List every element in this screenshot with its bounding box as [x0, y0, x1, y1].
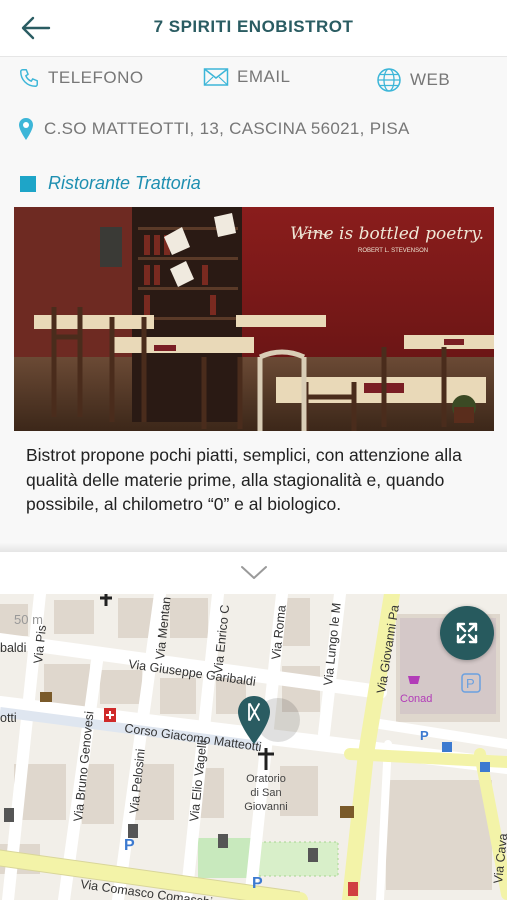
svg-text:P: P — [420, 728, 429, 743]
phone-icon — [20, 69, 38, 87]
globe-icon — [377, 68, 401, 92]
map-view[interactable]: baldi Via Giuseppe Garibaldi otti Corso … — [0, 594, 507, 900]
location-pin-icon — [19, 118, 33, 140]
address-text: C.SO MATTEOTTI, 13, CASCINA 56021, PISA — [44, 119, 410, 138]
email-icon — [203, 68, 229, 86]
restaurant-photo[interactable]: Wine is bottled poetry. ROBERT L. STEVEN… — [14, 207, 494, 431]
web-button[interactable]: WEB — [376, 67, 450, 93]
expand-bar[interactable] — [0, 552, 507, 594]
chevron-down-icon[interactable] — [239, 562, 269, 582]
category-label: Ristorante Trattoria — [48, 173, 201, 193]
photo-overlay-author: ROBERT L. STEVENSON — [358, 248, 428, 254]
web-label: WEB — [410, 70, 451, 89]
street-label-otti: otti — [0, 711, 17, 725]
category-square-icon — [20, 175, 36, 192]
phone-button[interactable]: TELEFONO — [18, 67, 144, 89]
parking-icon-2: P — [252, 875, 263, 892]
fullscreen-map-button[interactable] — [440, 606, 494, 660]
street-label-baldi: baldi — [0, 641, 26, 655]
category-tag: Ristorante Trattoria — [20, 173, 201, 194]
poi-label-line2: di San — [250, 787, 281, 799]
parking-icon-1: P — [124, 837, 135, 854]
svg-text:P: P — [466, 676, 475, 691]
bus-stop-icon-2 — [480, 762, 490, 772]
library-icon — [340, 806, 354, 818]
street-map: baldi Via Giuseppe Garibaldi otti Corso … — [0, 594, 507, 900]
page-title: 7 SPIRITI ENOBISTROT — [153, 17, 354, 36]
email-button[interactable]: EMAIL — [203, 67, 291, 87]
shopping-cart-icon — [408, 676, 420, 684]
detail-content[interactable]: TELEFONO EMAIL WEB C.SO MATTEOTTI, 13, C… — [0, 57, 507, 552]
map-scale-label: 50 m — [14, 612, 43, 627]
photo-overlay-text: Wine is bottled poetry. — [290, 224, 484, 244]
app-header: 7 SPIRITI ENOBISTROT — [0, 0, 507, 57]
fuel-icon — [348, 882, 358, 896]
museum-icon — [40, 692, 52, 702]
description-text: Bistrot propone pochi piatti, semplici, … — [26, 445, 462, 514]
shop-label: Conad — [400, 693, 432, 705]
content-bottom-shadow — [0, 542, 507, 552]
phone-label: TELEFONO — [48, 68, 144, 87]
contact-row: TELEFONO EMAIL WEB — [0, 57, 507, 101]
email-label: EMAIL — [237, 67, 291, 86]
expand-arrows-icon — [456, 622, 478, 644]
bus-stop-icon — [442, 742, 452, 752]
address-row[interactable]: C.SO MATTEOTTI, 13, CASCINA 56021, PISA — [18, 117, 410, 141]
poi-label-line1: Oratorio — [246, 773, 286, 785]
poi-label-line3: Giovanni — [244, 801, 287, 813]
restaurant-interior-image: Wine is bottled poetry. ROBERT L. STEVEN… — [14, 207, 494, 431]
